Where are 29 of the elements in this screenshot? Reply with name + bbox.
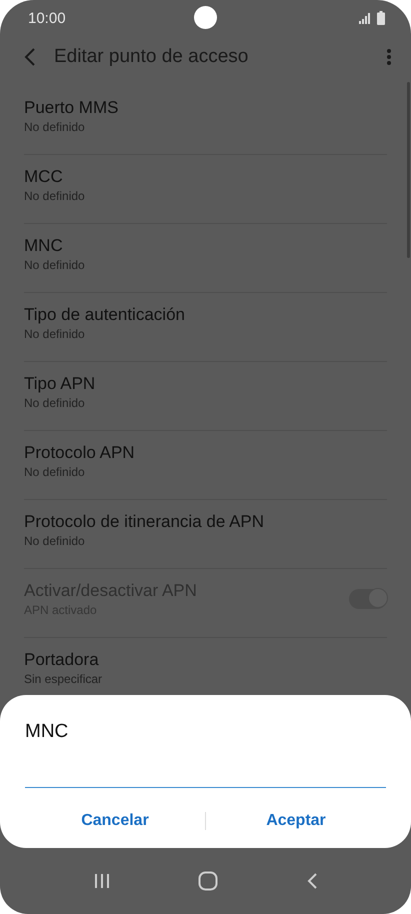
camera-cutout [194, 6, 217, 29]
setting-value: Sin especificar [24, 672, 104, 686]
setting-value: No definido [24, 396, 86, 410]
setting-value: No definido [24, 327, 86, 341]
setting-value: No definido [24, 120, 86, 134]
setting-value: No definido [24, 465, 86, 479]
setting-value: No definido [24, 189, 86, 203]
more-options-icon [387, 49, 391, 65]
setting-value: No definido [24, 534, 86, 548]
signal-icon [359, 12, 371, 24]
setting-title: Protocolo de itinerancia de APN [24, 512, 266, 532]
battery-icon [377, 11, 385, 25]
dialog-button[interactable]: Aceptar [206, 804, 386, 838]
back-icon [306, 873, 317, 889]
setting-title: Portadora [24, 650, 100, 670]
setting-title: Puerto MMS [24, 98, 120, 118]
setting-title: Tipo de autenticación [24, 305, 186, 325]
status-time: 10:00 [28, 10, 66, 26]
setting-title: MCC [24, 167, 64, 187]
setting-value: No definido [24, 258, 86, 272]
recent-apps-icon [94, 873, 110, 889]
screen-title: Editar punto de acceso [54, 46, 250, 68]
home-icon [198, 871, 218, 891]
setting-title: MNC [24, 236, 64, 256]
setting-title: Tipo APN [24, 374, 96, 394]
setting-title: Protocolo APN [24, 443, 136, 463]
dialog-button[interactable]: Cancelar [25, 804, 205, 838]
dialog-title: MNC [25, 721, 70, 743]
back-icon [24, 48, 36, 66]
